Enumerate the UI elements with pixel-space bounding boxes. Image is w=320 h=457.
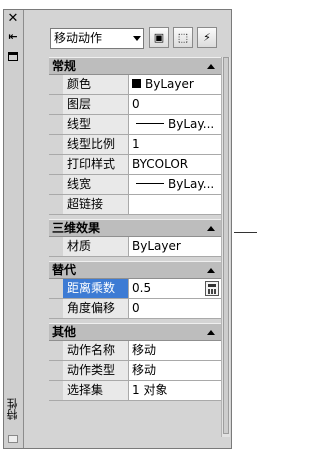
chevron-down-icon [133,36,141,41]
property-value[interactable]: 移动 [129,361,221,380]
object-type-value: 移动动作 [54,31,103,45]
property-row-hyperlink[interactable]: 超链接 [49,195,221,215]
palette-titlebar[interactable]: ✕ ⇤ 特性 [4,10,24,448]
property-value[interactable]: ByLay... [129,175,221,194]
scrollbar-thumb[interactable] [223,57,229,434]
property-row-action-type[interactable]: 动作类型 移动 [49,361,221,381]
property-name: 动作名称 [63,341,129,360]
drawing-line [234,232,257,233]
property-row-selection-set[interactable]: 选择集 1 对象 [49,381,221,401]
property-row-layer[interactable]: 图层 0 [49,95,221,115]
property-name: 线型比例 [63,135,129,154]
collapse-icon[interactable] [207,64,215,69]
properties-icon[interactable] [6,50,20,64]
property-grid: 常规 颜色 ByLayer 图层 0 线型 ByLay... 线型比例 1 打印… [49,57,221,401]
property-name: 距离乘数 [63,279,129,298]
object-type-select[interactable]: 移动动作 [50,28,144,49]
palette-toolbar: 移动动作 ▣ ⬚ ⚡ [25,10,231,49]
quick-select-button[interactable]: ⚡ [197,27,217,48]
collapse-icon[interactable] [207,226,215,231]
vertical-scrollbar[interactable] [221,57,230,437]
property-row-linetype[interactable]: 线型 ByLay... [49,115,221,135]
section-title: 常规 [52,59,77,73]
autohide-icon[interactable]: ⇤ [6,30,20,44]
property-row-distance-multiplier[interactable]: 距离乘数 0.5 [49,279,221,299]
section-title: 三维效果 [52,221,101,235]
calculator-icon[interactable] [205,281,219,296]
property-row-material[interactable]: 材质 ByLayer [49,237,221,257]
resize-grip[interactable] [8,435,18,443]
property-row-color[interactable]: 颜色 ByLayer [49,75,221,95]
property-value[interactable]: ByLayer [129,237,221,256]
select-objects-button[interactable]: ⬚ [173,27,193,48]
property-name: 打印样式 [63,155,129,174]
property-value[interactable] [129,195,221,214]
quick-select-icon: ⚡ [203,31,211,44]
palette-title: 特性 [6,398,19,420]
collapse-icon[interactable] [207,268,215,273]
section-misc-header[interactable]: 其他 [49,323,221,341]
property-value-input[interactable]: 0.5 [129,279,221,298]
property-name: 选择集 [63,381,129,400]
section-title: 其他 [52,325,77,339]
property-name: 图层 [63,95,129,114]
toggle-pickadd-icon: ▣ [153,31,165,44]
property-value[interactable]: 1 [129,135,221,154]
collapse-icon[interactable] [207,330,215,335]
toggle-pickadd-button[interactable]: ▣ [149,27,169,48]
property-name: 超链接 [63,195,129,214]
property-value[interactable]: 移动 [129,341,221,360]
property-name: 动作类型 [63,361,129,380]
section-general-header[interactable]: 常规 [49,57,221,75]
property-value[interactable]: 0 [129,299,221,318]
property-name: 线宽 [63,175,129,194]
property-value[interactable]: ByLayer [129,75,221,94]
property-name: 材质 [63,237,129,256]
property-row-plot-style[interactable]: 打印样式 BYCOLOR [49,155,221,175]
select-objects-icon: ⬚ [177,31,189,44]
property-row-linetype-scale[interactable]: 线型比例 1 [49,135,221,155]
linetype-sample-icon [136,123,164,124]
property-name: 角度偏移 [63,299,129,318]
property-value[interactable]: 0 [129,95,221,114]
property-row-action-name[interactable]: 动作名称 移动 [49,341,221,361]
close-icon[interactable]: ✕ [6,12,20,26]
property-value[interactable]: BYCOLOR [129,155,221,174]
properties-palette: ✕ ⇤ 特性 移动动作 ▣ ⬚ ⚡ 常规 颜色 ByLayer 图层 0 线型 … [3,9,232,449]
palette-content: 移动动作 ▣ ⬚ ⚡ 常规 颜色 ByLayer 图层 0 线型 ByLay..… [25,10,231,448]
color-swatch-icon [132,79,141,88]
lineweight-sample-icon [136,183,164,184]
property-value[interactable]: 1 对象 [129,381,221,400]
section-title: 替代 [52,263,77,277]
property-row-angle-offset[interactable]: 角度偏移 0 [49,299,221,319]
section-3d-effects-header[interactable]: 三维效果 [49,219,221,237]
section-overrides-header[interactable]: 替代 [49,261,221,279]
property-row-lineweight[interactable]: 线宽 ByLay... [49,175,221,195]
property-value[interactable]: ByLay... [129,115,221,134]
property-name: 颜色 [63,75,129,94]
property-name: 线型 [63,115,129,134]
